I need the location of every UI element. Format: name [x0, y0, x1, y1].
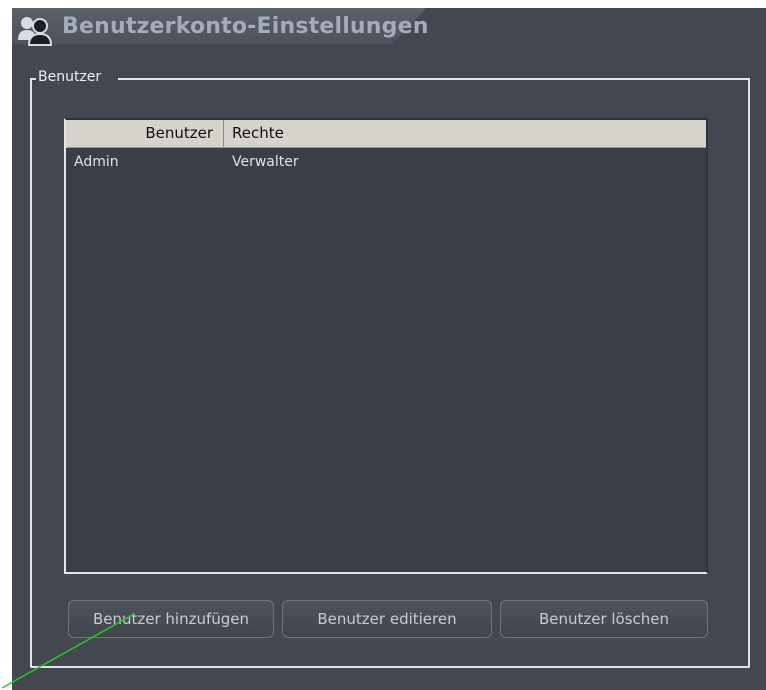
delete-user-button[interactable]: Benutzer löschen: [500, 600, 708, 638]
user-account-settings-panel: Benutzerkonto-Einstellungen Benutzer Ben…: [12, 8, 766, 690]
cell-user: Admin: [74, 154, 119, 170]
groupbox-legend: Benutzer: [38, 69, 102, 85]
cell-rights: Verwalter: [232, 154, 299, 170]
edit-user-button[interactable]: Benutzer editieren: [282, 600, 492, 638]
users-icon: [16, 14, 56, 46]
page-title: Benutzerkonto-Einstellungen: [62, 14, 429, 39]
table-header: Benutzer Rechte: [66, 120, 706, 148]
column-header-user[interactable]: Benutzer: [66, 120, 224, 147]
users-table[interactable]: Benutzer Rechte Admin Verwalter: [64, 118, 708, 574]
add-user-button[interactable]: Benutzer hinzufügen: [68, 600, 274, 638]
column-header-rights[interactable]: Rechte: [226, 120, 704, 147]
table-row[interactable]: Admin Verwalter: [66, 150, 706, 174]
